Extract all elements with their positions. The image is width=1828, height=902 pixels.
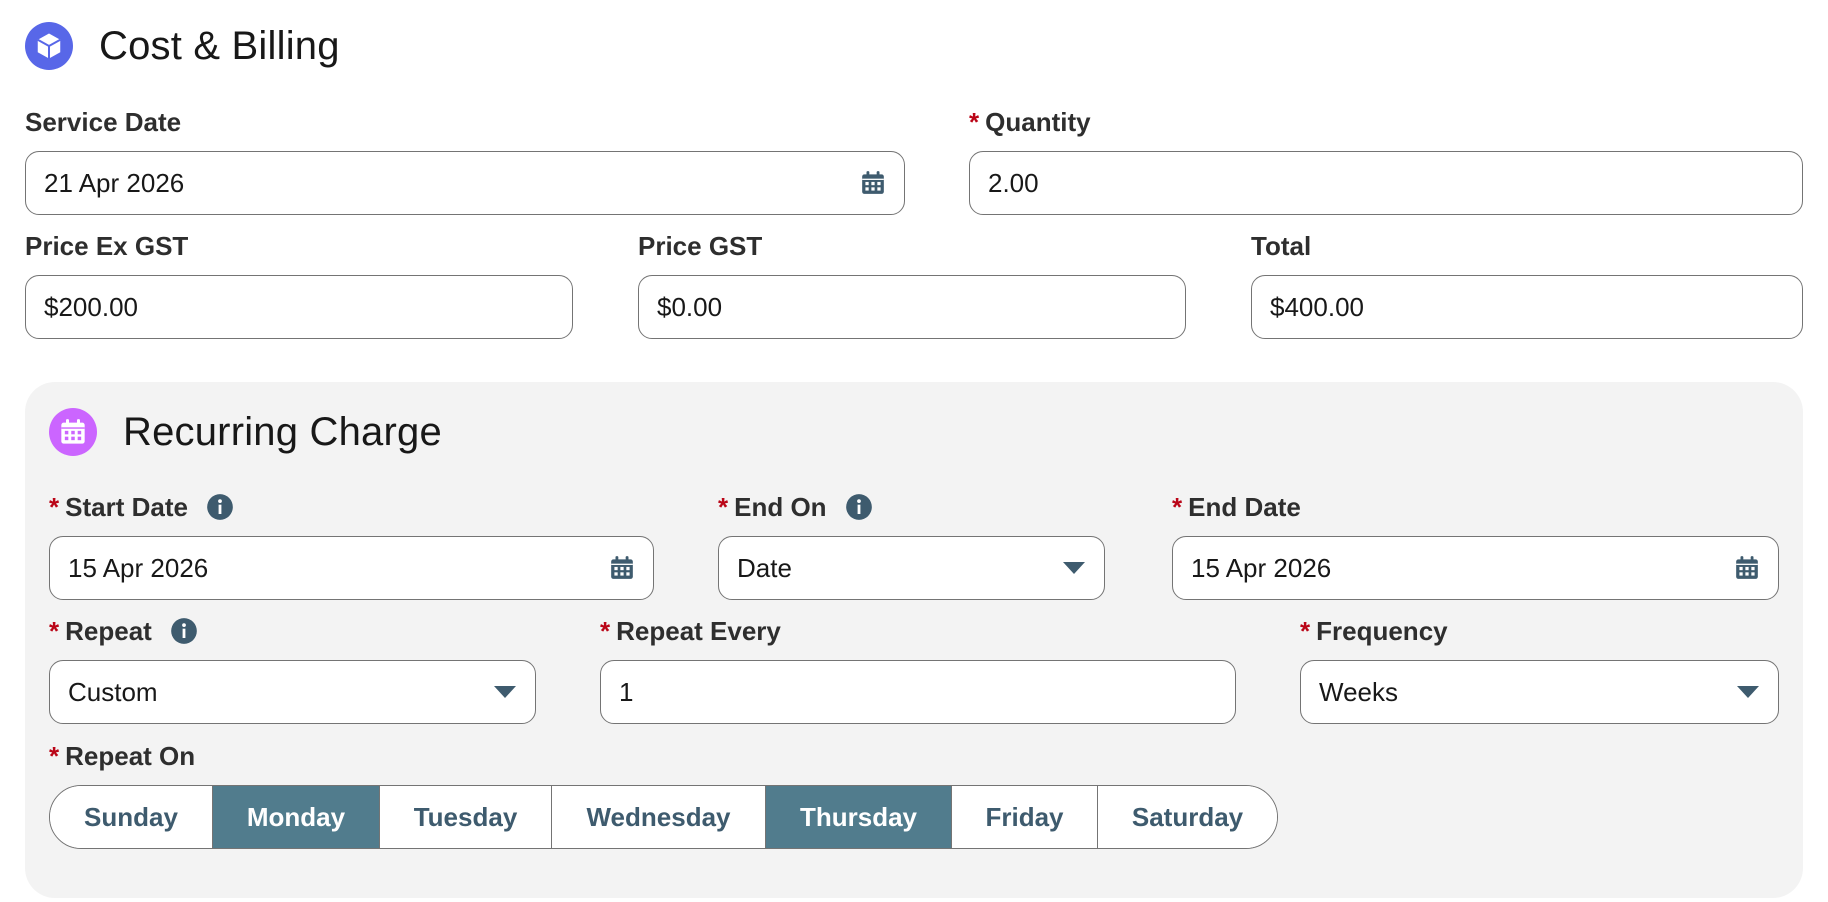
required-asterisk: *	[49, 740, 60, 771]
required-asterisk: *	[1300, 615, 1311, 646]
total-label: Total	[1251, 230, 1312, 261]
price-ex-gst-input[interactable]: $200.00	[25, 275, 573, 339]
service-date-input[interactable]: 21 Apr 2026	[25, 151, 905, 215]
calendar-icon[interactable]	[609, 555, 635, 581]
repeat-label: * Repeat	[49, 614, 536, 648]
quantity-input[interactable]: 2.00	[969, 151, 1803, 215]
quantity-field: * Quantity 2.00	[969, 105, 1803, 215]
end-date-input[interactable]: 15 Apr 2026	[1172, 536, 1779, 600]
chevron-down-icon	[1062, 561, 1086, 575]
service-date-label: Service Date	[25, 106, 182, 137]
day-saturday[interactable]: Saturday	[1098, 786, 1277, 848]
required-asterisk: *	[1172, 491, 1183, 522]
price-ex-gst-field: Price Ex GST $200.00	[25, 229, 573, 339]
info-icon[interactable]	[206, 493, 234, 521]
end-date-label: * End Date	[1172, 491, 1301, 522]
repeat-field: * Repeat Custom	[49, 614, 536, 724]
frequency-field: * Frequency Weeks	[1300, 614, 1779, 724]
start-date-input[interactable]: 15 Apr 2026	[49, 536, 654, 600]
day-sunday[interactable]: Sunday	[50, 786, 213, 848]
service-date-field: Service Date 21 Apr 2026	[25, 105, 905, 215]
calendar-icon	[49, 408, 97, 456]
start-date-field: * Start Date 15 Apr 2026	[49, 490, 654, 600]
end-on-select[interactable]: Date	[718, 536, 1105, 600]
day-wednesday[interactable]: Wednesday	[552, 786, 766, 848]
repeat-on-day-toggle: Sunday Monday Tuesday Wednesday Thursday…	[49, 785, 1278, 849]
repeat-every-field: * Repeat Every 1	[600, 614, 1236, 724]
quantity-label: * Quantity	[969, 106, 1091, 137]
required-asterisk: *	[49, 615, 60, 646]
day-tuesday[interactable]: Tuesday	[380, 786, 552, 848]
day-friday[interactable]: Friday	[952, 786, 1098, 848]
info-icon[interactable]	[170, 617, 198, 645]
end-on-label: * End On	[718, 490, 1105, 524]
price-ex-gst-label: Price Ex GST	[25, 230, 189, 261]
repeat-every-input[interactable]: 1	[600, 660, 1236, 724]
chevron-down-icon	[1736, 685, 1760, 699]
calendar-icon[interactable]	[860, 170, 886, 196]
repeat-on-label: * Repeat On	[49, 740, 196, 771]
recurring-charge-header: Recurring Charge	[49, 408, 442, 456]
required-asterisk: *	[49, 491, 60, 522]
chevron-down-icon	[493, 685, 517, 699]
required-asterisk: *	[969, 106, 980, 137]
cost-billing-title: Cost & Billing	[99, 23, 340, 68]
cost-billing-page: Cost & Billing Service Date 21 Apr 2026	[0, 0, 1828, 902]
frequency-select[interactable]: Weeks	[1300, 660, 1779, 724]
end-date-field: * End Date 15 Apr 2026	[1172, 490, 1779, 600]
total-field: Total $400.00	[1251, 229, 1803, 339]
required-asterisk: *	[718, 491, 729, 522]
repeat-every-label: * Repeat Every	[600, 615, 781, 646]
info-icon[interactable]	[845, 493, 873, 521]
day-thursday[interactable]: Thursday	[766, 786, 952, 848]
repeat-select[interactable]: Custom	[49, 660, 536, 724]
recurring-charge-title: Recurring Charge	[123, 409, 442, 454]
repeat-on-field: * Repeat On	[49, 739, 549, 785]
cost-billing-header: Cost & Billing	[25, 22, 340, 70]
box-icon	[25, 22, 73, 70]
start-date-label: * Start Date	[49, 490, 654, 524]
day-monday[interactable]: Monday	[213, 786, 380, 848]
total-input[interactable]: $400.00	[1251, 275, 1803, 339]
frequency-label: * Frequency	[1300, 615, 1448, 646]
end-on-field: * End On Date	[718, 490, 1105, 600]
required-asterisk: *	[600, 615, 611, 646]
calendar-icon[interactable]	[1734, 555, 1760, 581]
price-gst-field: Price GST $0.00	[638, 229, 1186, 339]
price-gst-label: Price GST	[638, 230, 763, 261]
price-gst-input[interactable]: $0.00	[638, 275, 1186, 339]
